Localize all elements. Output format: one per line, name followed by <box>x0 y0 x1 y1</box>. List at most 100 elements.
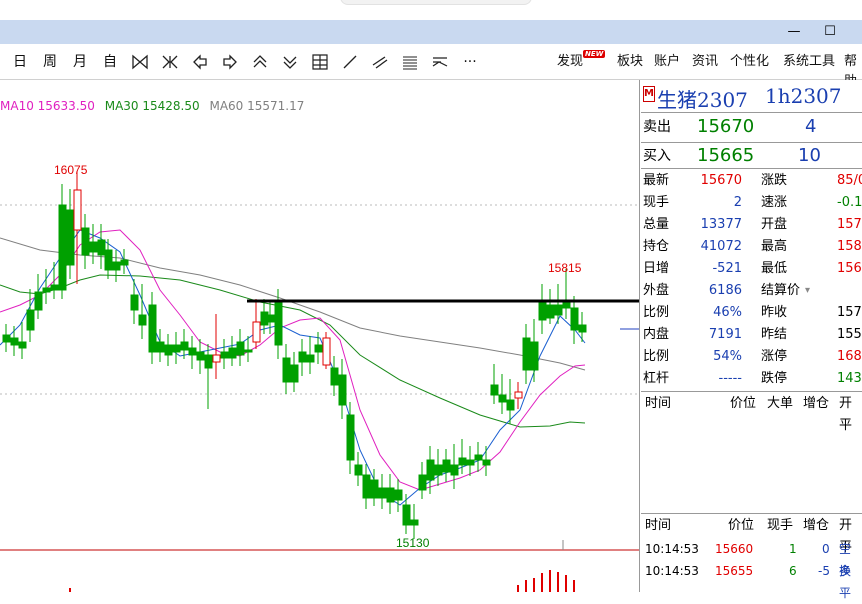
candle-body <box>354 464 363 476</box>
quote-label: 昨结 <box>761 327 788 342</box>
candle-body <box>322 337 331 366</box>
quote-row: 持仓 41072 最高 1581 <box>641 236 862 258</box>
quote-row: 日增 -521 最低 1564 <box>641 258 862 280</box>
contract-period: 1h2307 <box>765 84 842 108</box>
help-menu[interactable]: 帮助 <box>844 52 862 89</box>
quote-row: 比例 54% 涨停 1683 <box>641 346 862 368</box>
ma10-line <box>0 229 586 491</box>
browser-tab[interactable] <box>340 0 532 5</box>
candle-body <box>474 454 483 461</box>
candle-body <box>378 487 387 499</box>
candle-body <box>466 459 475 466</box>
candle-body <box>34 291 43 311</box>
candle-body <box>266 314 275 323</box>
candle-body <box>330 367 339 386</box>
candle-body <box>370 479 379 499</box>
candle-body <box>578 324 587 333</box>
candle-body <box>274 299 283 346</box>
low-price-label: 15130 <box>396 536 430 550</box>
candle-body <box>482 459 491 466</box>
quote-label: 内盘 <box>643 327 670 342</box>
candle-body <box>530 341 539 371</box>
candle-body <box>26 309 35 331</box>
personalize-menu[interactable]: 个性化 <box>730 52 769 72</box>
week-period-button[interactable]: 周 <box>40 52 60 72</box>
news-menu[interactable]: 资讯 <box>692 52 718 72</box>
layout-grid-icon[interactable] <box>311 53 329 71</box>
month-period-button[interactable]: 月 <box>70 52 90 72</box>
line-draw-icon[interactable] <box>341 53 359 71</box>
buy-price: 15665 <box>697 145 755 166</box>
indicator-icon[interactable] <box>431 53 449 71</box>
arrow-up-icon[interactable] <box>251 53 269 71</box>
quote-row: 杠杆 ----- 跌停 1434 <box>641 368 862 390</box>
ma30-legend: MA30 15428.50 <box>104 99 200 113</box>
quote-value: 1683 <box>837 349 862 364</box>
quote-label: 跌停 <box>761 371 788 386</box>
candle-body <box>244 349 253 353</box>
account-menu[interactable]: 账户 <box>654 52 680 72</box>
market-badge: M <box>643 86 655 102</box>
candle-body <box>188 347 197 356</box>
candle-body <box>290 364 299 383</box>
candle-body <box>434 464 443 476</box>
big-order-header: 时间 价位 大单 增仓 开平 <box>645 396 853 433</box>
quote-value: ----- <box>718 371 742 386</box>
dropdown-icon[interactable]: ▾ <box>805 280 810 302</box>
quote-value: 1558 <box>837 327 862 342</box>
high-price-label: 16075 <box>54 163 88 177</box>
quote-row: 现手 2 速涨 -0.13 <box>641 192 862 214</box>
zoom-out-icon[interactable] <box>161 53 179 71</box>
system-tools-menu[interactable]: 系统工具 <box>783 52 835 72</box>
quote-label: 最低 <box>761 261 788 276</box>
quote-label: 日增 <box>643 261 670 276</box>
arrow-down-icon[interactable] <box>281 53 299 71</box>
quote-value: 7191 <box>708 327 742 342</box>
quote-value: 15670 <box>700 173 742 188</box>
candle-body <box>394 489 403 501</box>
maximize-button[interactable]: ☐ <box>812 20 848 44</box>
candle-body <box>81 227 90 256</box>
candle-body <box>450 464 459 476</box>
quote-label: 开盘 <box>761 217 788 232</box>
more-button[interactable]: ··· <box>458 52 482 72</box>
zoom-in-icon[interactable] <box>131 53 149 71</box>
candle-body <box>156 341 165 353</box>
candle-body <box>196 351 205 361</box>
quote-value: 1574 <box>837 305 862 320</box>
quote-value: 41072 <box>700 239 742 254</box>
multi-line-icon[interactable] <box>401 53 419 71</box>
candle-body <box>538 299 547 321</box>
candle-body <box>138 314 147 326</box>
candle-body <box>426 459 435 481</box>
quote-row: 最新 15670 涨跌 85/0.55 <box>641 170 862 192</box>
quote-value: 54% <box>713 349 742 364</box>
candle-body <box>410 519 419 526</box>
candle-body <box>130 294 139 311</box>
quote-row: 外盘 6186 结算价 ▾ <box>641 280 862 302</box>
candle-body <box>498 394 507 403</box>
ma10-legend: MA10 15633.50 <box>0 99 95 113</box>
candle-body <box>180 341 189 351</box>
sell-row[interactable]: 卖出 15670 4 <box>641 116 862 138</box>
tick-header: 时间 价位 现手 增仓 开平 <box>645 518 853 555</box>
quote-row: 比例 46% 昨收 1574 <box>641 302 862 324</box>
sector-menu[interactable]: 板块 <box>617 52 643 72</box>
kline-chart[interactable]: 16075 15815 15130 <box>0 80 640 592</box>
discover-menu[interactable]: 发现 <box>557 52 583 72</box>
quote-label: 总量 <box>643 217 670 232</box>
quote-label: 最新 <box>643 173 670 188</box>
quote-value: 1581 <box>837 239 862 254</box>
candle-body <box>346 414 355 461</box>
minimize-button[interactable]: — <box>776 20 812 44</box>
recent-high-label: 15815 <box>548 261 582 275</box>
quote-label: 持仓 <box>643 239 670 254</box>
custom-period-button[interactable]: 自 <box>100 52 120 72</box>
candle-body <box>402 504 411 526</box>
candle-body <box>204 354 213 369</box>
buy-row[interactable]: 买入 15665 10 <box>641 145 862 167</box>
arrow-right-icon[interactable] <box>221 53 239 71</box>
parallel-line-icon[interactable] <box>371 53 389 71</box>
arrow-left-icon[interactable] <box>191 53 209 71</box>
day-period-button[interactable]: 日 <box>10 52 30 72</box>
